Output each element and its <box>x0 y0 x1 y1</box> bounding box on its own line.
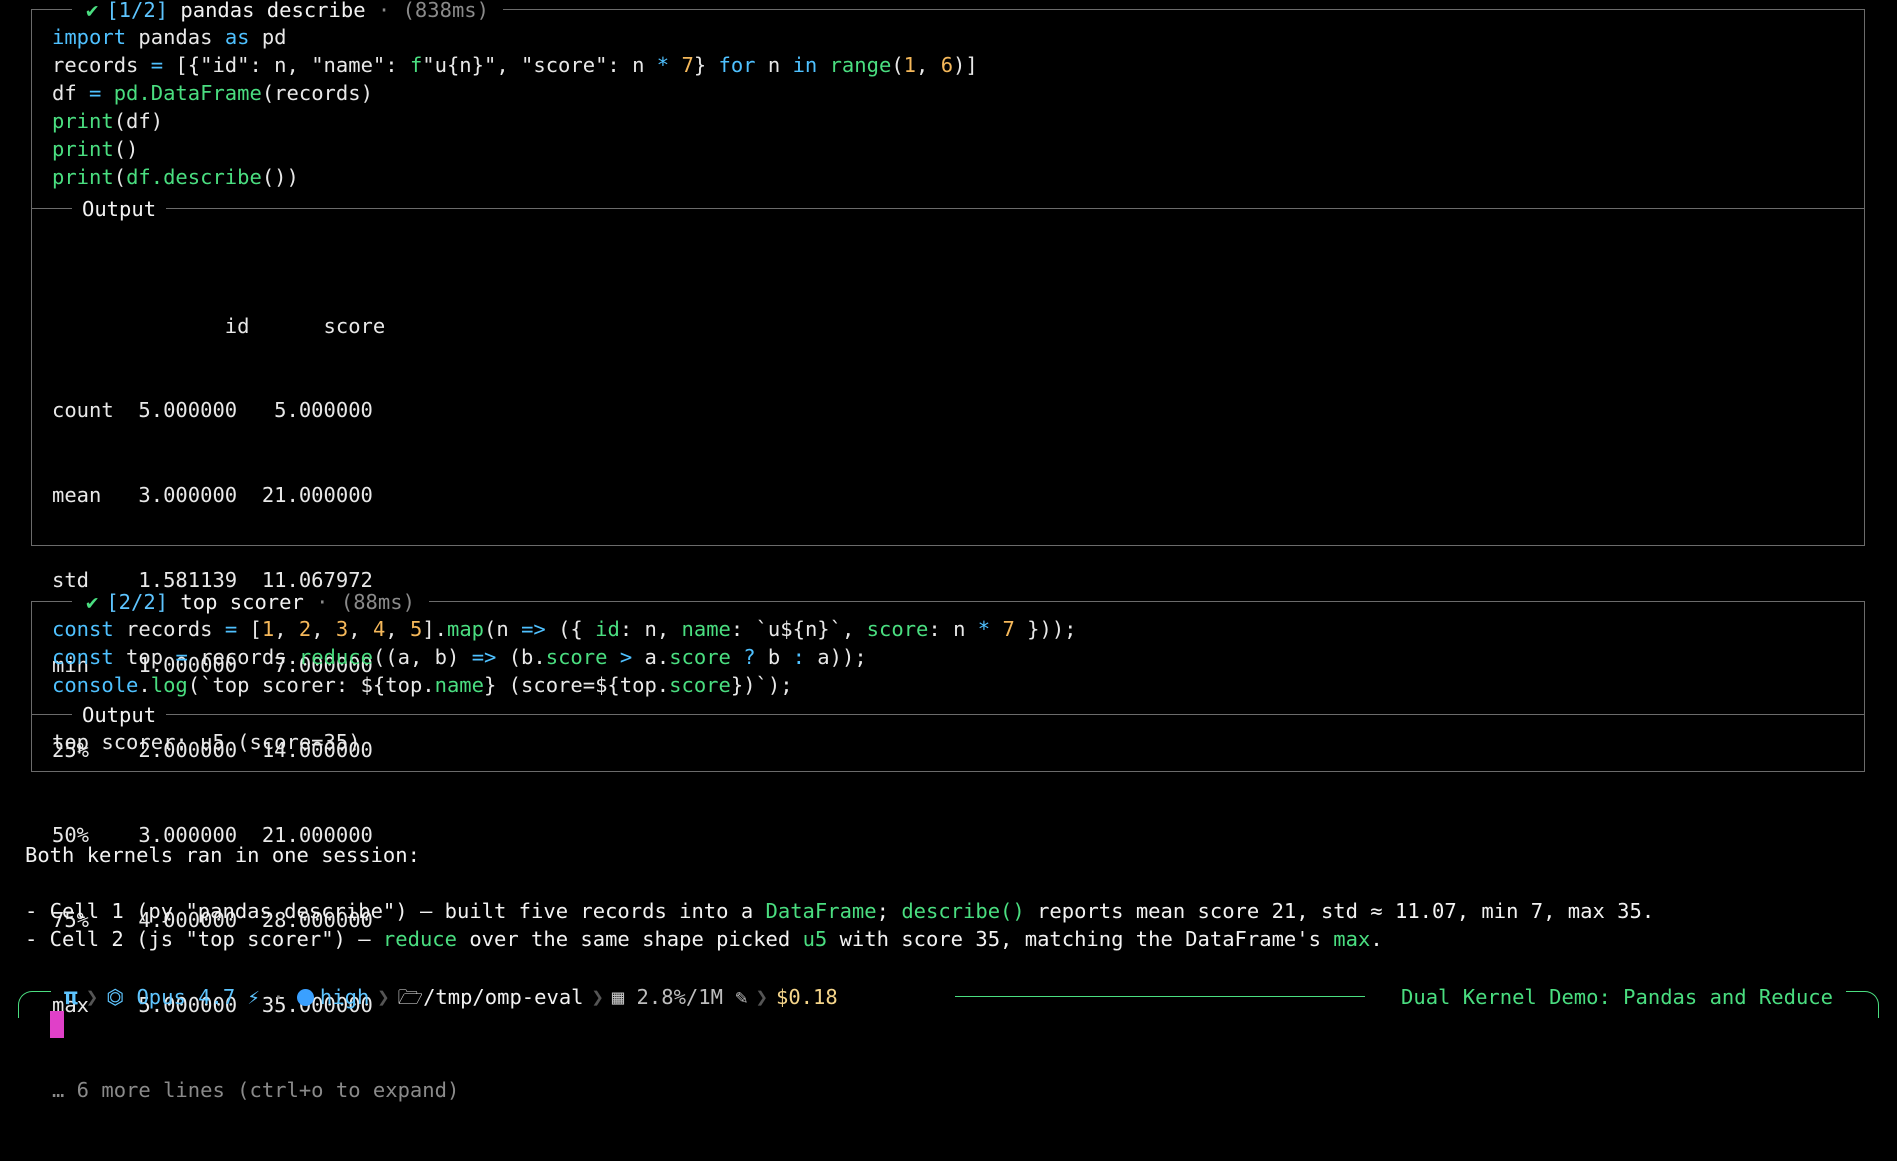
expand-hint[interactable]: … 6 more lines (ctrl+o to expand) <box>52 1076 459 1104</box>
session-cost: $0.18 <box>775 985 838 1009</box>
table-row: count 5.000000 5.000000 <box>52 398 373 423</box>
wand-icon: ✎ <box>722 985 748 1009</box>
model-name[interactable]: Opus 4.7 <box>136 983 235 1011</box>
cell-2-output: top scorer: u5 (score=35) <box>52 730 361 754</box>
check-icon: ✔ <box>86 0 99 22</box>
folder-icon: 🗁 <box>397 985 424 1009</box>
bolt-icon: ⚡ <box>235 985 260 1009</box>
cwd-path: /tmp/omp-eval <box>423 985 584 1009</box>
summary-intro: Both kernels ran in one session: <box>25 843 420 867</box>
table-row: mean 3.000000 21.000000 <box>52 483 373 508</box>
pi-icon: π <box>64 984 78 1010</box>
session-title: Dual Kernel Demo: Pandas and Reduce <box>1401 985 1833 1009</box>
summary-bullet-2: - Cell 2 (js "top scorer") — reduce over… <box>25 927 1383 951</box>
cell-2-output-label: Output <box>72 701 167 729</box>
input-cursor[interactable] <box>50 1011 64 1038</box>
cpu-icon: ⏣ <box>106 985 137 1009</box>
cell-2-panel: ✔ [2/2] top scorer · (88ms) const records… <box>31 588 1865 772</box>
table-header: id score <box>52 313 386 338</box>
cell-2-title[interactable]: ✔ [2/2] top scorer · (88ms) <box>72 588 429 616</box>
cell-1-panel: ✔ [1/2] pandas describe · (838ms) import … <box>31 0 1865 1102</box>
check-icon: ✔ <box>86 590 99 614</box>
cell-1-output-label: Output <box>72 195 167 223</box>
context-usage: 2.8%/1M <box>636 985 723 1009</box>
summary-bullet-1: - Cell 1 (py "pandas describe") — built … <box>25 899 1655 923</box>
effort-dot-icon <box>296 988 314 1006</box>
cell-1-title[interactable]: ✔ [1/2] pandas describe · (838ms) <box>72 0 503 24</box>
window-icon: ▦ <box>611 985 637 1009</box>
effort-level[interactable]: high <box>320 983 369 1011</box>
status-bar: π ❯ ⏣ Opus 4.7 ⚡ · high ❯ 🗁 /tmp/omp-eva… <box>18 983 1879 1018</box>
